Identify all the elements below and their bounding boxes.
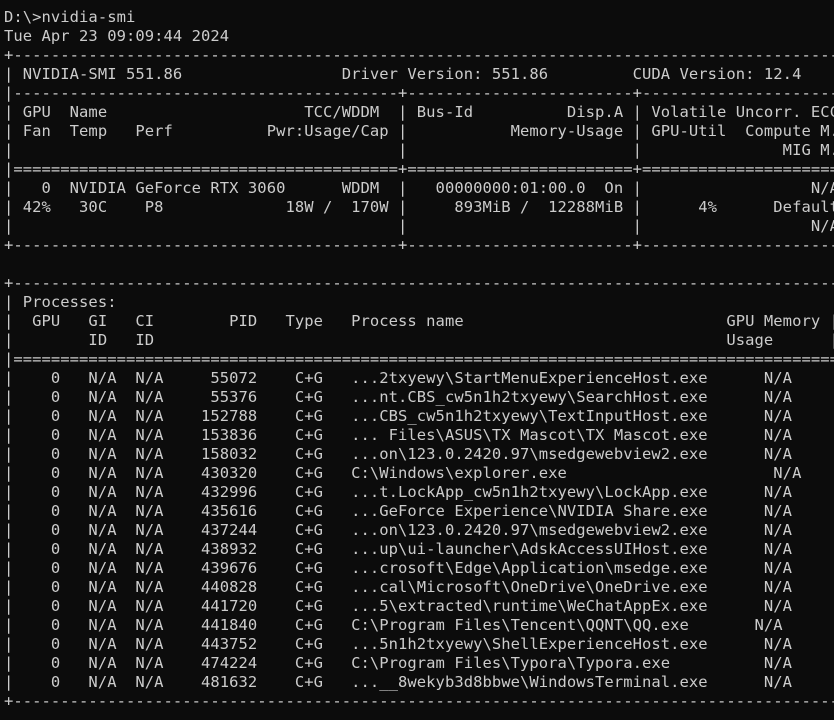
process-row: | 0 N/A N/A 440828 C+G ...cal\Microsoft\… <box>4 578 834 596</box>
smi-version-line: | NVIDIA-SMI 551.86 Driver Version: 551.… <box>4 65 834 83</box>
process-row: | 0 N/A N/A 439676 C+G ...crosoft\Edge\A… <box>4 559 834 577</box>
process-row: | 0 N/A N/A 443752 C+G ...5n1h2txyewy\Sh… <box>4 635 834 653</box>
process-row: | 0 N/A N/A 438932 C+G ...up\ui-launcher… <box>4 540 834 558</box>
process-row: | 0 N/A N/A 441720 C+G ...5\extracted\ru… <box>4 597 834 615</box>
process-row: | 0 N/A N/A 474224 C+G C:\Program Files\… <box>4 654 834 672</box>
gpu-header-line-2: | Fan Temp Perf Pwr:Usage/Cap | Memory-U… <box>4 122 834 140</box>
table-border-line: |=======================================… <box>4 350 834 368</box>
table-border-line: +---------------------------------------… <box>4 274 834 292</box>
process-row: | 0 N/A N/A 481632 C+G ...__8wekyb3d8bbw… <box>4 673 834 691</box>
process-row: | 0 N/A N/A 430320 C+G C:\Windows\explor… <box>4 464 834 482</box>
gpu-info-line-3: | | | N/A | <box>4 217 834 235</box>
process-row: | 0 N/A N/A 437244 C+G ...on\123.0.2420.… <box>4 521 834 539</box>
process-row: | 0 N/A N/A 152788 C+G ...CBS_cw5n1h2txy… <box>4 407 834 425</box>
gpu-info-line-2: | 42% 30C P8 18W / 170W | 893MiB / 12288… <box>4 198 834 216</box>
gpu-header-line-1: | GPU Name TCC/WDDM | Bus-Id Disp.A | Vo… <box>4 103 834 121</box>
table-border-line: |---------------------------------------… <box>4 84 834 102</box>
processes-header-line-2: | ID ID Usage | <box>4 331 834 349</box>
table-border-line: +---------------------------------------… <box>4 692 834 710</box>
gpu-header-line-3: | | | MIG M. | <box>4 141 834 159</box>
process-row: | 0 N/A N/A 153836 C+G ... Files\ASUS\TX… <box>4 426 834 444</box>
process-row: | 0 N/A N/A 158032 C+G ...on\123.0.2420.… <box>4 445 834 463</box>
processes-title-line: | Processes: | <box>4 293 834 311</box>
table-border-line: +---------------------------------------… <box>4 236 834 254</box>
processes-header-line-1: | GPU GI CI PID Type Process name GPU Me… <box>4 312 834 330</box>
process-row: | 0 N/A N/A 441840 C+G C:\Program Files\… <box>4 616 834 634</box>
table-border-line: |=======================================… <box>4 160 834 178</box>
command-prompt-line: D:\>nvidia-smi <box>4 8 136 26</box>
table-border-line: +---------------------------------------… <box>4 46 834 64</box>
process-row: | 0 N/A N/A 55376 C+G ...nt.CBS_cw5n1h2t… <box>4 388 834 406</box>
process-row: | 0 N/A N/A 435616 C+G ...GeForce Experi… <box>4 502 834 520</box>
terminal-output[interactable]: D:\>nvidia-smi Tue Apr 23 09:09:44 2024 +-… <box>4 8 834 711</box>
process-row: | 0 N/A N/A 55072 C+G ...2txyewy\StartMe… <box>4 369 834 387</box>
timestamp-line: Tue Apr 23 09:09:44 2024 <box>4 27 230 45</box>
gpu-info-line-1: | 0 NVIDIA GeForce RTX 3060 WDDM | 00000… <box>4 179 834 197</box>
process-row: | 0 N/A N/A 432996 C+G ...t.LockApp_cw5n… <box>4 483 834 501</box>
